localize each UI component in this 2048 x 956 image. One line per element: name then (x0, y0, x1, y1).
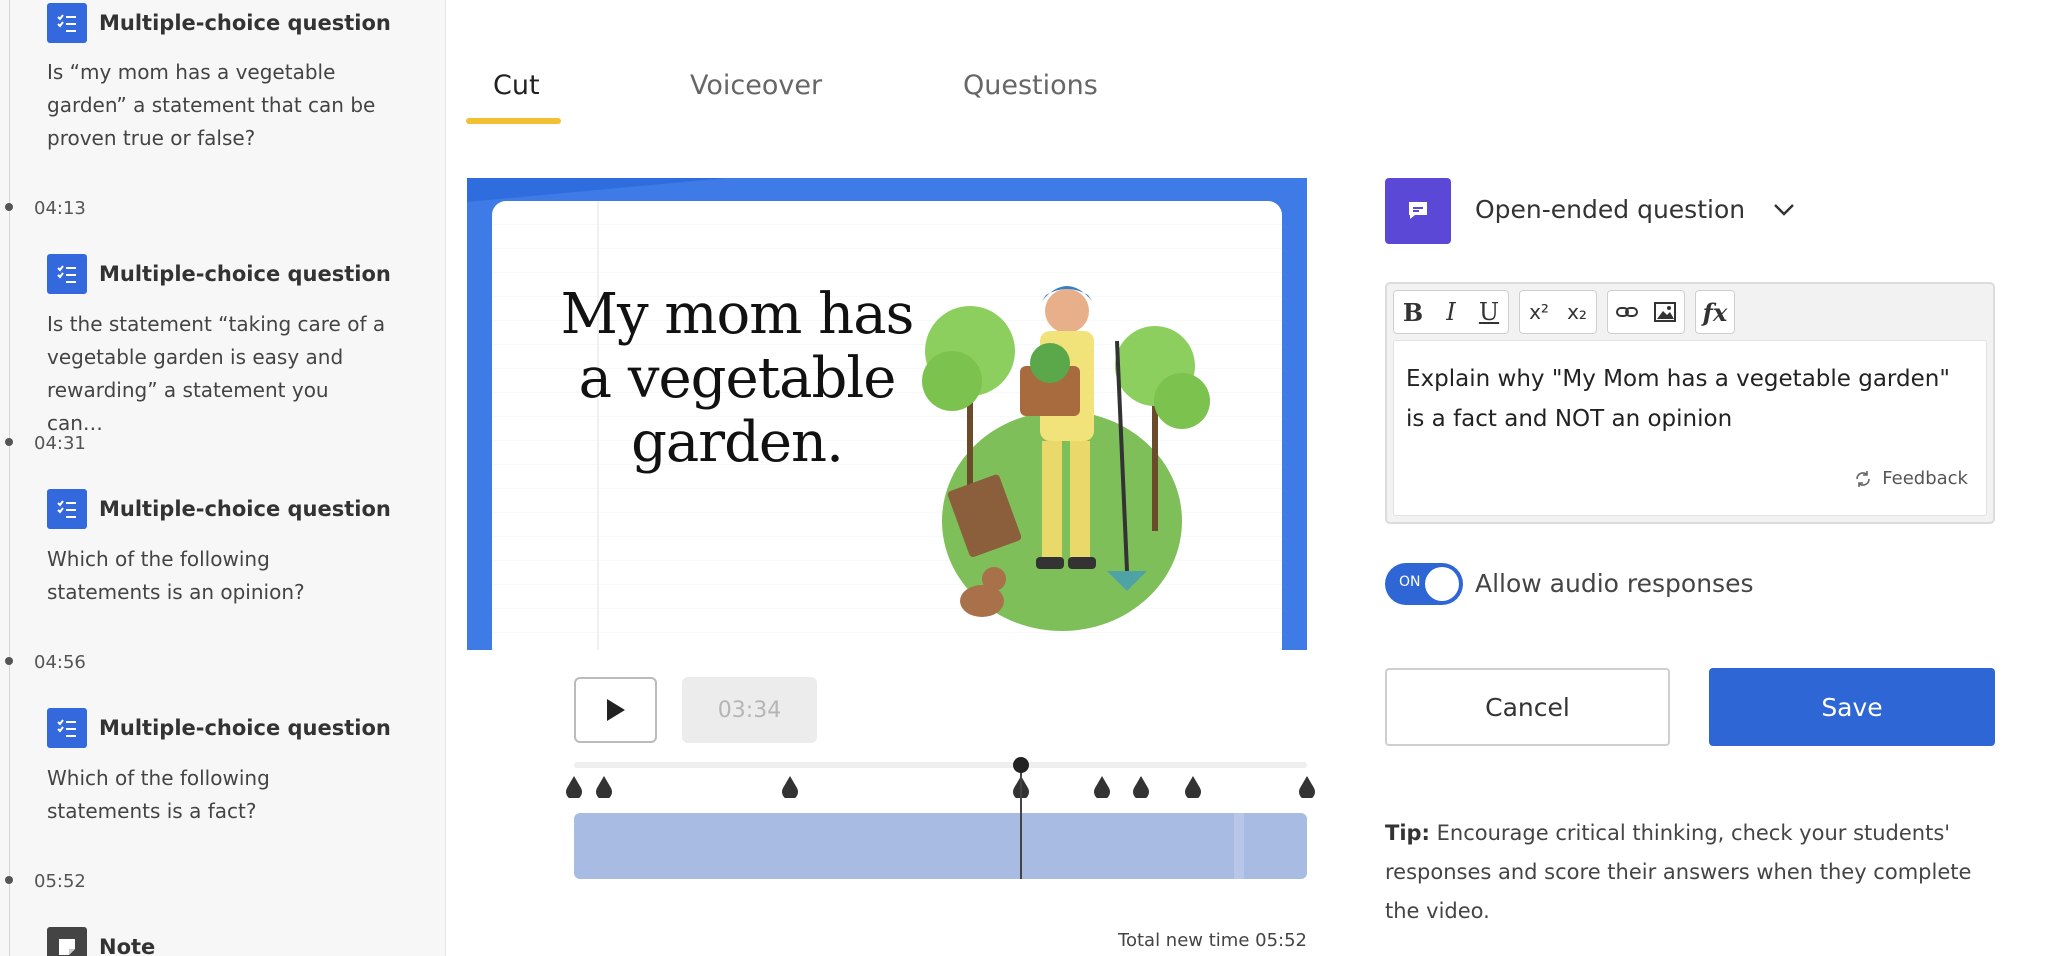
note-icon (47, 927, 87, 956)
tab-cut[interactable]: Cut (493, 70, 540, 101)
question-marker-icon[interactable] (1132, 776, 1150, 798)
tip-body: Encourage critical thinking, check your … (1385, 821, 1972, 923)
question-text[interactable]: Is “my mom has a vegetable garden” a sta… (47, 56, 387, 155)
question-marker-icon[interactable] (1093, 776, 1111, 798)
play-button[interactable] (574, 677, 657, 743)
feedback-button[interactable]: Feedback (1854, 459, 1968, 499)
multiple-choice-icon (47, 254, 87, 294)
play-icon (606, 699, 625, 721)
video-slide: My mom has a vegetable garden. (492, 201, 1282, 650)
question-body-text: Explain why "My Mom has a vegetable gard… (1406, 366, 1950, 432)
total-new-time: Total new time 05:52 (1118, 930, 1307, 951)
gardener-illustration (922, 286, 1210, 631)
multiple-choice-icon (47, 3, 87, 43)
question-type-value: Open-ended question (1475, 195, 1746, 224)
timeline-dot (5, 657, 13, 665)
question-type-row[interactable]: Multiple-choice question (47, 254, 391, 294)
timeline-dot (5, 876, 13, 884)
timeline-dot (5, 438, 13, 446)
italic-icon[interactable]: I (1432, 291, 1470, 333)
active-tab-underline (466, 118, 561, 124)
question-marker-icon[interactable] (595, 776, 613, 798)
question-marker-icon[interactable] (1184, 776, 1202, 798)
question-type-label: Multiple-choice question (99, 11, 391, 35)
cut-timeline[interactable] (574, 813, 1307, 879)
question-time: 04:13 (34, 198, 86, 219)
question-marker-icon[interactable] (781, 776, 799, 798)
question-type-label: Multiple-choice question (99, 497, 391, 521)
subscript-icon[interactable]: x₂ (1558, 291, 1596, 333)
chevron-down-icon (1774, 203, 1794, 216)
timeline-line (9, 0, 10, 956)
cut-segment-end[interactable] (1234, 813, 1244, 879)
superscript-icon[interactable]: x² (1520, 291, 1558, 333)
playhead[interactable] (1020, 767, 1022, 879)
open-ended-question-icon (1385, 178, 1451, 244)
toggle-state-label: ON (1399, 574, 1421, 590)
playhead-handle[interactable] (1013, 757, 1029, 773)
formula-icon[interactable]: fx (1696, 291, 1734, 333)
question-time: 04:31 (34, 433, 86, 454)
slide-corner-decoration (467, 178, 727, 202)
multiple-choice-icon (47, 708, 87, 748)
question-sidebar: Multiple-choice question Is “my mom has … (0, 0, 446, 956)
question-time: 04:56 (34, 652, 86, 673)
refresh-icon (1856, 471, 1871, 487)
tip-text: Tip: Encourage critical thinking, check … (1385, 814, 1995, 931)
slide-text: My mom has a vegetable garden. (560, 282, 915, 475)
question-text[interactable]: Which of the following statements is an … (47, 543, 387, 609)
question-marker-icon[interactable] (565, 776, 583, 798)
tab-voiceover[interactable]: Voiceover (690, 70, 822, 101)
question-type-label: Multiple-choice question (99, 716, 391, 740)
question-type-dropdown[interactable]: Open-ended question (1475, 195, 1795, 224)
timeline-dot (5, 203, 13, 211)
question-time: 05:52 (34, 871, 86, 892)
current-time-display: 03:34 (682, 677, 817, 743)
question-type-row[interactable]: Multiple-choice question (47, 489, 391, 529)
tab-questions[interactable]: Questions (963, 70, 1098, 101)
link-icon[interactable] (1608, 291, 1646, 333)
multiple-choice-icon (47, 489, 87, 529)
question-editor: B I U x² x₂ fx Explain why "My Mom has a… (1385, 282, 1995, 524)
toggle-knob (1425, 567, 1459, 601)
tip-prefix: Tip: (1385, 821, 1430, 845)
image-icon[interactable] (1646, 291, 1684, 333)
audio-responses-toggle[interactable]: ON (1385, 563, 1463, 605)
question-type-label: Multiple-choice question (99, 262, 391, 286)
audio-responses-label: Allow audio responses (1475, 569, 1754, 598)
question-text[interactable]: Which of the following statements is a f… (47, 762, 387, 828)
question-marker-icon[interactable] (1298, 776, 1316, 798)
question-type-row[interactable]: Note (47, 927, 155, 956)
question-type-row[interactable]: Multiple-choice question (47, 3, 391, 43)
cancel-button[interactable]: Cancel (1385, 668, 1670, 746)
video-preview[interactable]: My mom has a vegetable garden. (467, 178, 1307, 650)
question-type-row[interactable]: Multiple-choice question (47, 708, 391, 748)
question-text[interactable]: Is the statement “taking care of a veget… (47, 308, 387, 440)
question-type-label: Note (99, 935, 156, 956)
feedback-label: Feedback (1882, 468, 1968, 489)
formatting-toolbar: B I U x² x₂ fx (1393, 290, 1745, 336)
scrub-track[interactable] (574, 762, 1307, 768)
underline-icon[interactable]: U (1470, 291, 1508, 333)
question-text-input[interactable]: Explain why "My Mom has a vegetable gard… (1393, 340, 1987, 516)
bold-icon[interactable]: B (1394, 291, 1432, 333)
save-button[interactable]: Save (1709, 668, 1995, 746)
